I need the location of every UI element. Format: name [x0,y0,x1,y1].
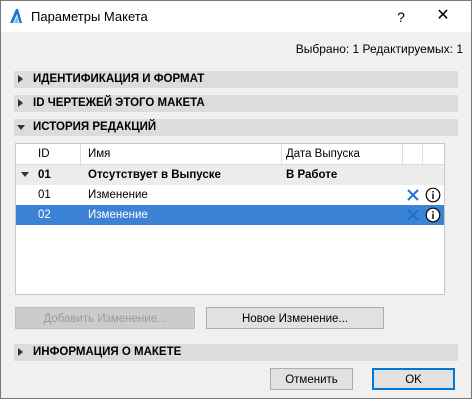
section-layout-info[interactable]: ИНФОРМАЦИЯ О МАКЕТЕ [14,344,458,361]
archicad-logo-icon [7,7,25,25]
cell-date: В Работе [286,169,338,181]
cell-id: 01 [38,169,51,181]
collapse-arrow-icon [17,125,25,130]
title-bar: Параметры Макета ? ✕ [1,1,471,32]
revision-table: ID Имя Дата Выпуска 01 Отсутствует в Вып… [15,143,445,295]
expand-arrow-icon [18,348,23,356]
section-identification-format[interactable]: ИДЕНТИФИКАЦИЯ И ФОРМАТ [14,71,458,88]
table-row-selected[interactable]: 02 Изменение [16,205,444,225]
section-label: ИСТОРИЯ РЕДАКЦИЙ [33,121,157,133]
selection-status: Выбрано: 1 Редактируемых: 1 [295,42,463,56]
expand-arrow-icon [18,99,23,107]
delete-x-icon[interactable] [406,188,420,202]
add-change-button[interactable]: Добавить Изменение... [15,307,195,329]
cancel-button[interactable]: Отменить [270,368,353,390]
column-divider [281,144,282,164]
cell-name: Изменение [88,189,148,201]
cell-name: Изменение [88,209,148,221]
help-button[interactable]: ? [389,7,413,27]
column-divider [80,144,81,164]
expand-arrow-icon [18,75,23,83]
column-divider [402,144,403,164]
table-group-row[interactable]: 01 Отсутствует в Выпуске В Работе [16,165,444,185]
info-circle-icon[interactable] [425,207,441,223]
column-divider [422,144,423,164]
section-drawing-ids[interactable]: ID ЧЕРТЕЖЕЙ ЭТОГО МАКЕТА [14,95,458,112]
close-button[interactable]: ✕ [431,6,455,26]
new-change-button[interactable]: Новое Изменение... [206,307,384,329]
section-label: ИНФОРМАЦИЯ О МАКЕТЕ [33,346,182,358]
table-row[interactable]: 01 Изменение [16,185,444,205]
column-header-id[interactable]: ID [38,148,50,160]
collapse-arrow-icon[interactable] [21,172,29,177]
section-revision-history[interactable]: ИСТОРИЯ РЕДАКЦИЙ [14,119,458,136]
column-header-date[interactable]: Дата Выпуска [286,148,360,160]
window-title: Параметры Макета [31,9,148,24]
cell-name: Отсутствует в Выпуске [88,169,221,181]
cell-id: 02 [38,209,51,221]
column-header-name[interactable]: Имя [88,148,110,160]
cell-id: 01 [38,189,51,201]
ok-button[interactable]: OK [372,368,455,390]
info-circle-icon[interactable] [425,187,441,203]
table-header: ID Имя Дата Выпуска [16,144,444,165]
section-label: ID ЧЕРТЕЖЕЙ ЭТОГО МАКЕТА [33,97,205,109]
delete-x-icon[interactable] [406,208,420,222]
layout-settings-dialog: Параметры Макета ? ✕ Выбрано: 1 Редактир… [0,0,472,399]
section-label: ИДЕНТИФИКАЦИЯ И ФОРМАТ [33,73,205,85]
